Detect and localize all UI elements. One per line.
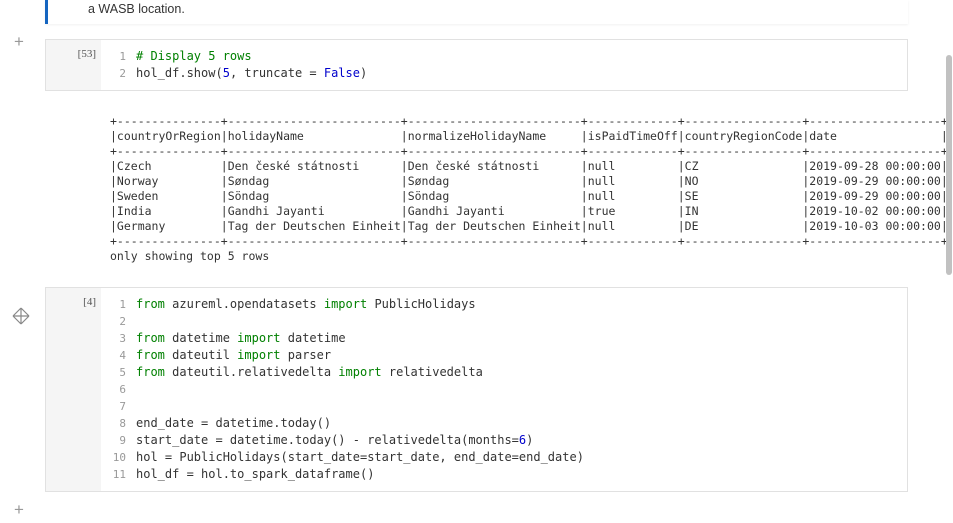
code-line: [136, 313, 897, 330]
code-editor[interactable]: 1from azureml.opendatasets import Public…: [111, 296, 897, 483]
code-line: end_date = datetime.today(): [136, 415, 897, 432]
line-number: 5: [111, 364, 136, 381]
line-number: 4: [111, 347, 136, 364]
line-number: 8: [111, 415, 136, 432]
execution-count: [4]: [46, 288, 101, 491]
execution-count: [53]: [46, 40, 101, 90]
add-cell-button[interactable]: +: [14, 32, 24, 52]
markdown-text: a WASB location.: [88, 2, 185, 16]
markdown-cell[interactable]: a WASB location.: [45, 0, 908, 24]
line-number: 9: [111, 432, 136, 449]
line-number: 7: [111, 398, 136, 415]
line-number: 1: [111, 48, 136, 65]
code-line: hol_df.show(5, truncate = False): [136, 65, 897, 82]
line-number: 1: [111, 296, 136, 313]
code-line: [136, 398, 897, 415]
code-line: hol = PublicHolidays(start_date=start_da…: [136, 449, 897, 466]
code-line: from datetime import datetime: [136, 330, 897, 347]
code-line: start_date = datetime.today() - relative…: [136, 432, 897, 449]
code-cell-1[interactable]: [53] 1# Display 5 rows2hol_df.show(5, tr…: [45, 39, 908, 91]
line-number: 10: [111, 449, 136, 466]
drag-handle-icon[interactable]: [11, 306, 31, 326]
line-number: 6: [111, 381, 136, 398]
code-line: [136, 381, 897, 398]
add-cell-button[interactable]: +: [14, 500, 24, 520]
code-line: # Display 5 rows: [136, 48, 897, 65]
cell-output: +---------------+-----------------------…: [45, 106, 908, 272]
code-line: from dateutil import parser: [136, 347, 897, 364]
code-line: hol_df = hol.to_spark_dataframe(): [136, 466, 897, 483]
line-number: 3: [111, 330, 136, 347]
code-line: from azureml.opendatasets import PublicH…: [136, 296, 897, 313]
line-number: 11: [111, 466, 136, 483]
line-number: 2: [111, 313, 136, 330]
line-number: 2: [111, 65, 136, 82]
scrollbar[interactable]: [946, 55, 952, 275]
code-line: from dateutil.relativedelta import relat…: [136, 364, 897, 381]
code-editor[interactable]: 1# Display 5 rows2hol_df.show(5, truncat…: [111, 48, 897, 82]
code-cell-2[interactable]: [4] 1from azureml.opendatasets import Pu…: [45, 287, 908, 492]
